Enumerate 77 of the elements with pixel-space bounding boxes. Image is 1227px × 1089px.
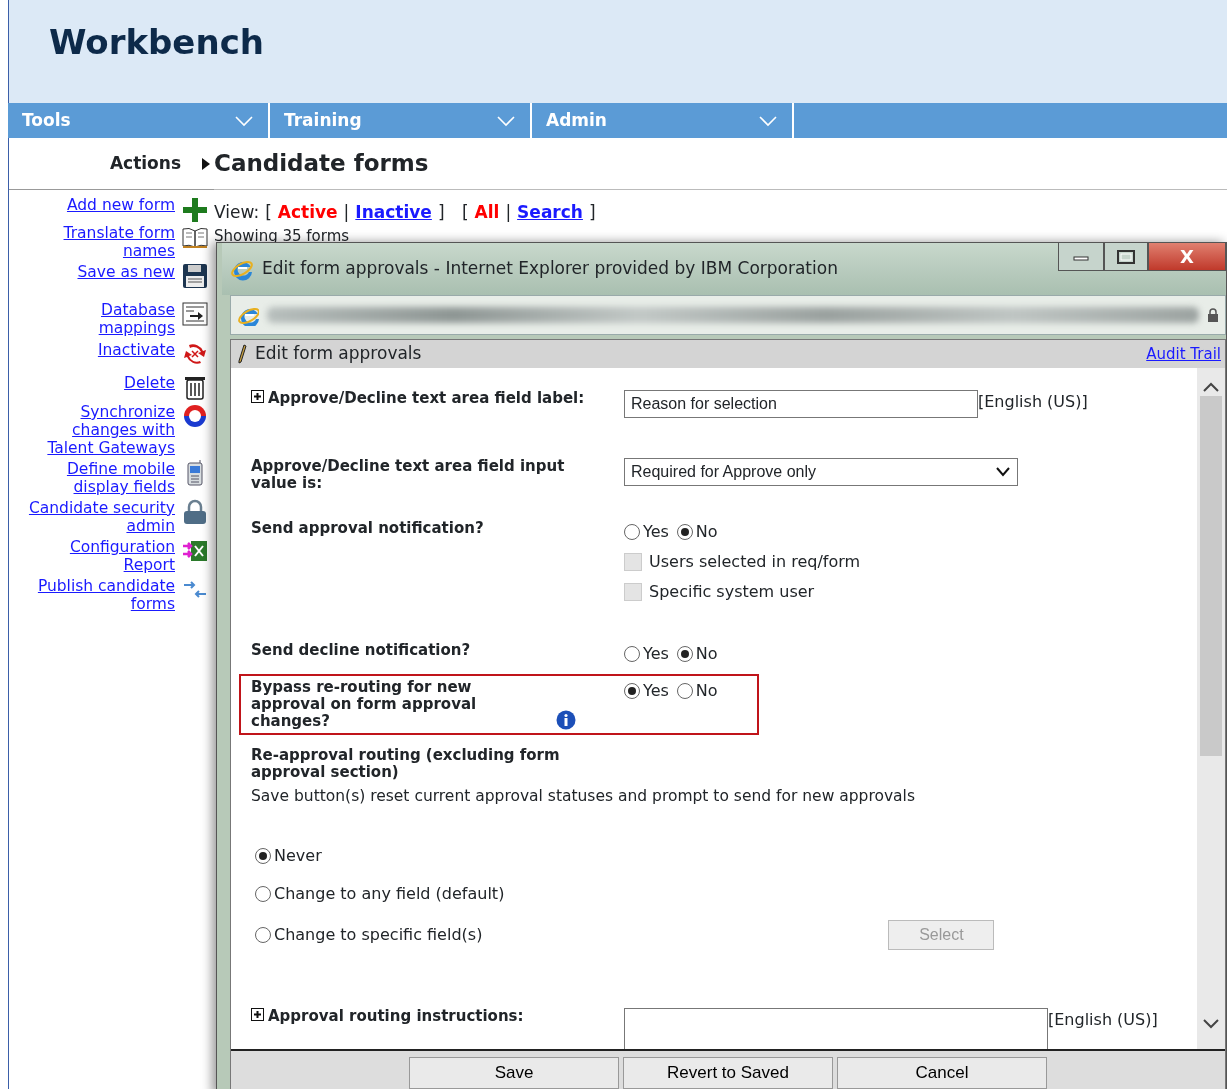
radio-option[interactable]: Change to specific field(s) [255, 923, 483, 948]
plus-icon [181, 196, 209, 222]
scrollbar[interactable] [1197, 368, 1225, 1049]
field-label: Send decline notification? [251, 642, 471, 659]
sidebar-link[interactable]: Inactivate [25, 341, 175, 359]
filter-link[interactable]: Search [517, 200, 583, 226]
sidebar-link[interactable]: Define mobile display fields [25, 460, 175, 496]
sidebar-link[interactable]: Synchronize changes with Talent Gateways [25, 403, 175, 457]
language-label: [English (US)] [978, 391, 1088, 413]
audit-trail-link[interactable]: Audit Trail [1146, 342, 1221, 366]
view-label: View: [214, 201, 260, 224]
separator: | [505, 201, 512, 224]
radio-option[interactable]: Yes [624, 679, 669, 703]
form-count: Showing 35 forms [214, 227, 351, 244]
expand-icon[interactable] [251, 1008, 264, 1022]
sidebar-link[interactable]: Candidate security admin [0, 499, 175, 535]
chevron-down-icon [995, 467, 1011, 477]
info-icon[interactable] [556, 710, 576, 730]
caret-right-icon [201, 156, 211, 171]
app-title: Workbench [49, 22, 265, 63]
circular-arrows-icon [181, 341, 209, 367]
radio-option[interactable]: Never [255, 844, 322, 869]
radio-option[interactable]: Change to any field (default) [255, 882, 505, 907]
text-field[interactable]: Reason for selection [624, 390, 978, 418]
pencil-icon [237, 344, 247, 364]
section-description: Save button(s) reset current approval statuses and prompt to send for new approvals [251, 786, 916, 807]
chevron-up-icon [1203, 382, 1219, 392]
filter-link[interactable]: Inactive [355, 200, 432, 226]
minimize-button[interactable] [1058, 243, 1104, 271]
sidebar-link[interactable]: Database mappings [25, 301, 175, 337]
radio-option[interactable]: No [676, 679, 718, 703]
sidebar-link[interactable]: Save as new [25, 263, 175, 281]
maximize-button[interactable] [1104, 243, 1148, 271]
radio-option[interactable]: No [676, 520, 718, 544]
language-label: [English (US)] [1048, 1009, 1158, 1032]
chevron-down-icon [496, 114, 516, 127]
filter-link[interactable]: Active [277, 200, 338, 226]
radio-option[interactable]: Yes [624, 642, 669, 666]
spreadsheet-arrows-icon [181, 538, 209, 564]
sidebar-link[interactable]: Publish candidate forms [25, 577, 175, 613]
bracket: [ [461, 201, 469, 224]
bracket: [ [265, 201, 272, 224]
action-button[interactable]: Cancel [837, 1057, 1047, 1089]
panel-title: Edit form approvals [255, 342, 422, 366]
filter-link[interactable]: All [474, 200, 500, 226]
checkbox-option: Specific system user [624, 580, 861, 604]
chevron-down-icon [234, 114, 254, 127]
bracket: ] [588, 201, 596, 224]
field-label: Approval routing instructions: [268, 1008, 524, 1026]
radio-option[interactable]: Yes [624, 520, 669, 544]
chevron-down-icon [758, 114, 778, 127]
field-label: Bypass re-routing for new approval on form approval changes? [251, 679, 478, 730]
checkbox-option: Users selected in req/form [624, 550, 861, 574]
section-title: Re-approval routing (excluding form approval section) [251, 747, 561, 781]
expand-icon[interactable] [251, 390, 264, 403]
field-label: Approve/Decline text area field input value is: [251, 458, 566, 492]
sidebar-link[interactable]: Translate form names [25, 224, 175, 260]
padlock-icon [1207, 307, 1219, 323]
field-label: Approve/Decline text area field label: [268, 390, 585, 407]
radio-option[interactable]: No [676, 642, 718, 666]
page-title: Candidate forms [214, 138, 1227, 190]
padlock-icon [181, 499, 209, 525]
actions-heading: Actions [109, 151, 181, 175]
action-button[interactable]: Save [409, 1057, 619, 1089]
action-button[interactable]: Revert to Saved [623, 1057, 833, 1089]
bracket: ] [437, 201, 445, 224]
sidebar-link[interactable]: Delete [25, 374, 175, 392]
field-label: Send approval notification? [251, 520, 484, 537]
dropdown-field[interactable]: Required for Approve only [624, 458, 1018, 486]
chevron-down-icon [1203, 1019, 1219, 1029]
separator: | [343, 201, 350, 224]
close-button[interactable]: X [1148, 243, 1226, 271]
window-title: Edit form approvals - Internet Explorer provided by IBM Corporation [262, 257, 838, 281]
sync-circle-icon [181, 403, 209, 429]
maximize-icon [1117, 249, 1135, 264]
sidebar-link[interactable]: Configuration Report [25, 538, 175, 574]
sidebar-link[interactable]: Add new form [25, 196, 175, 214]
